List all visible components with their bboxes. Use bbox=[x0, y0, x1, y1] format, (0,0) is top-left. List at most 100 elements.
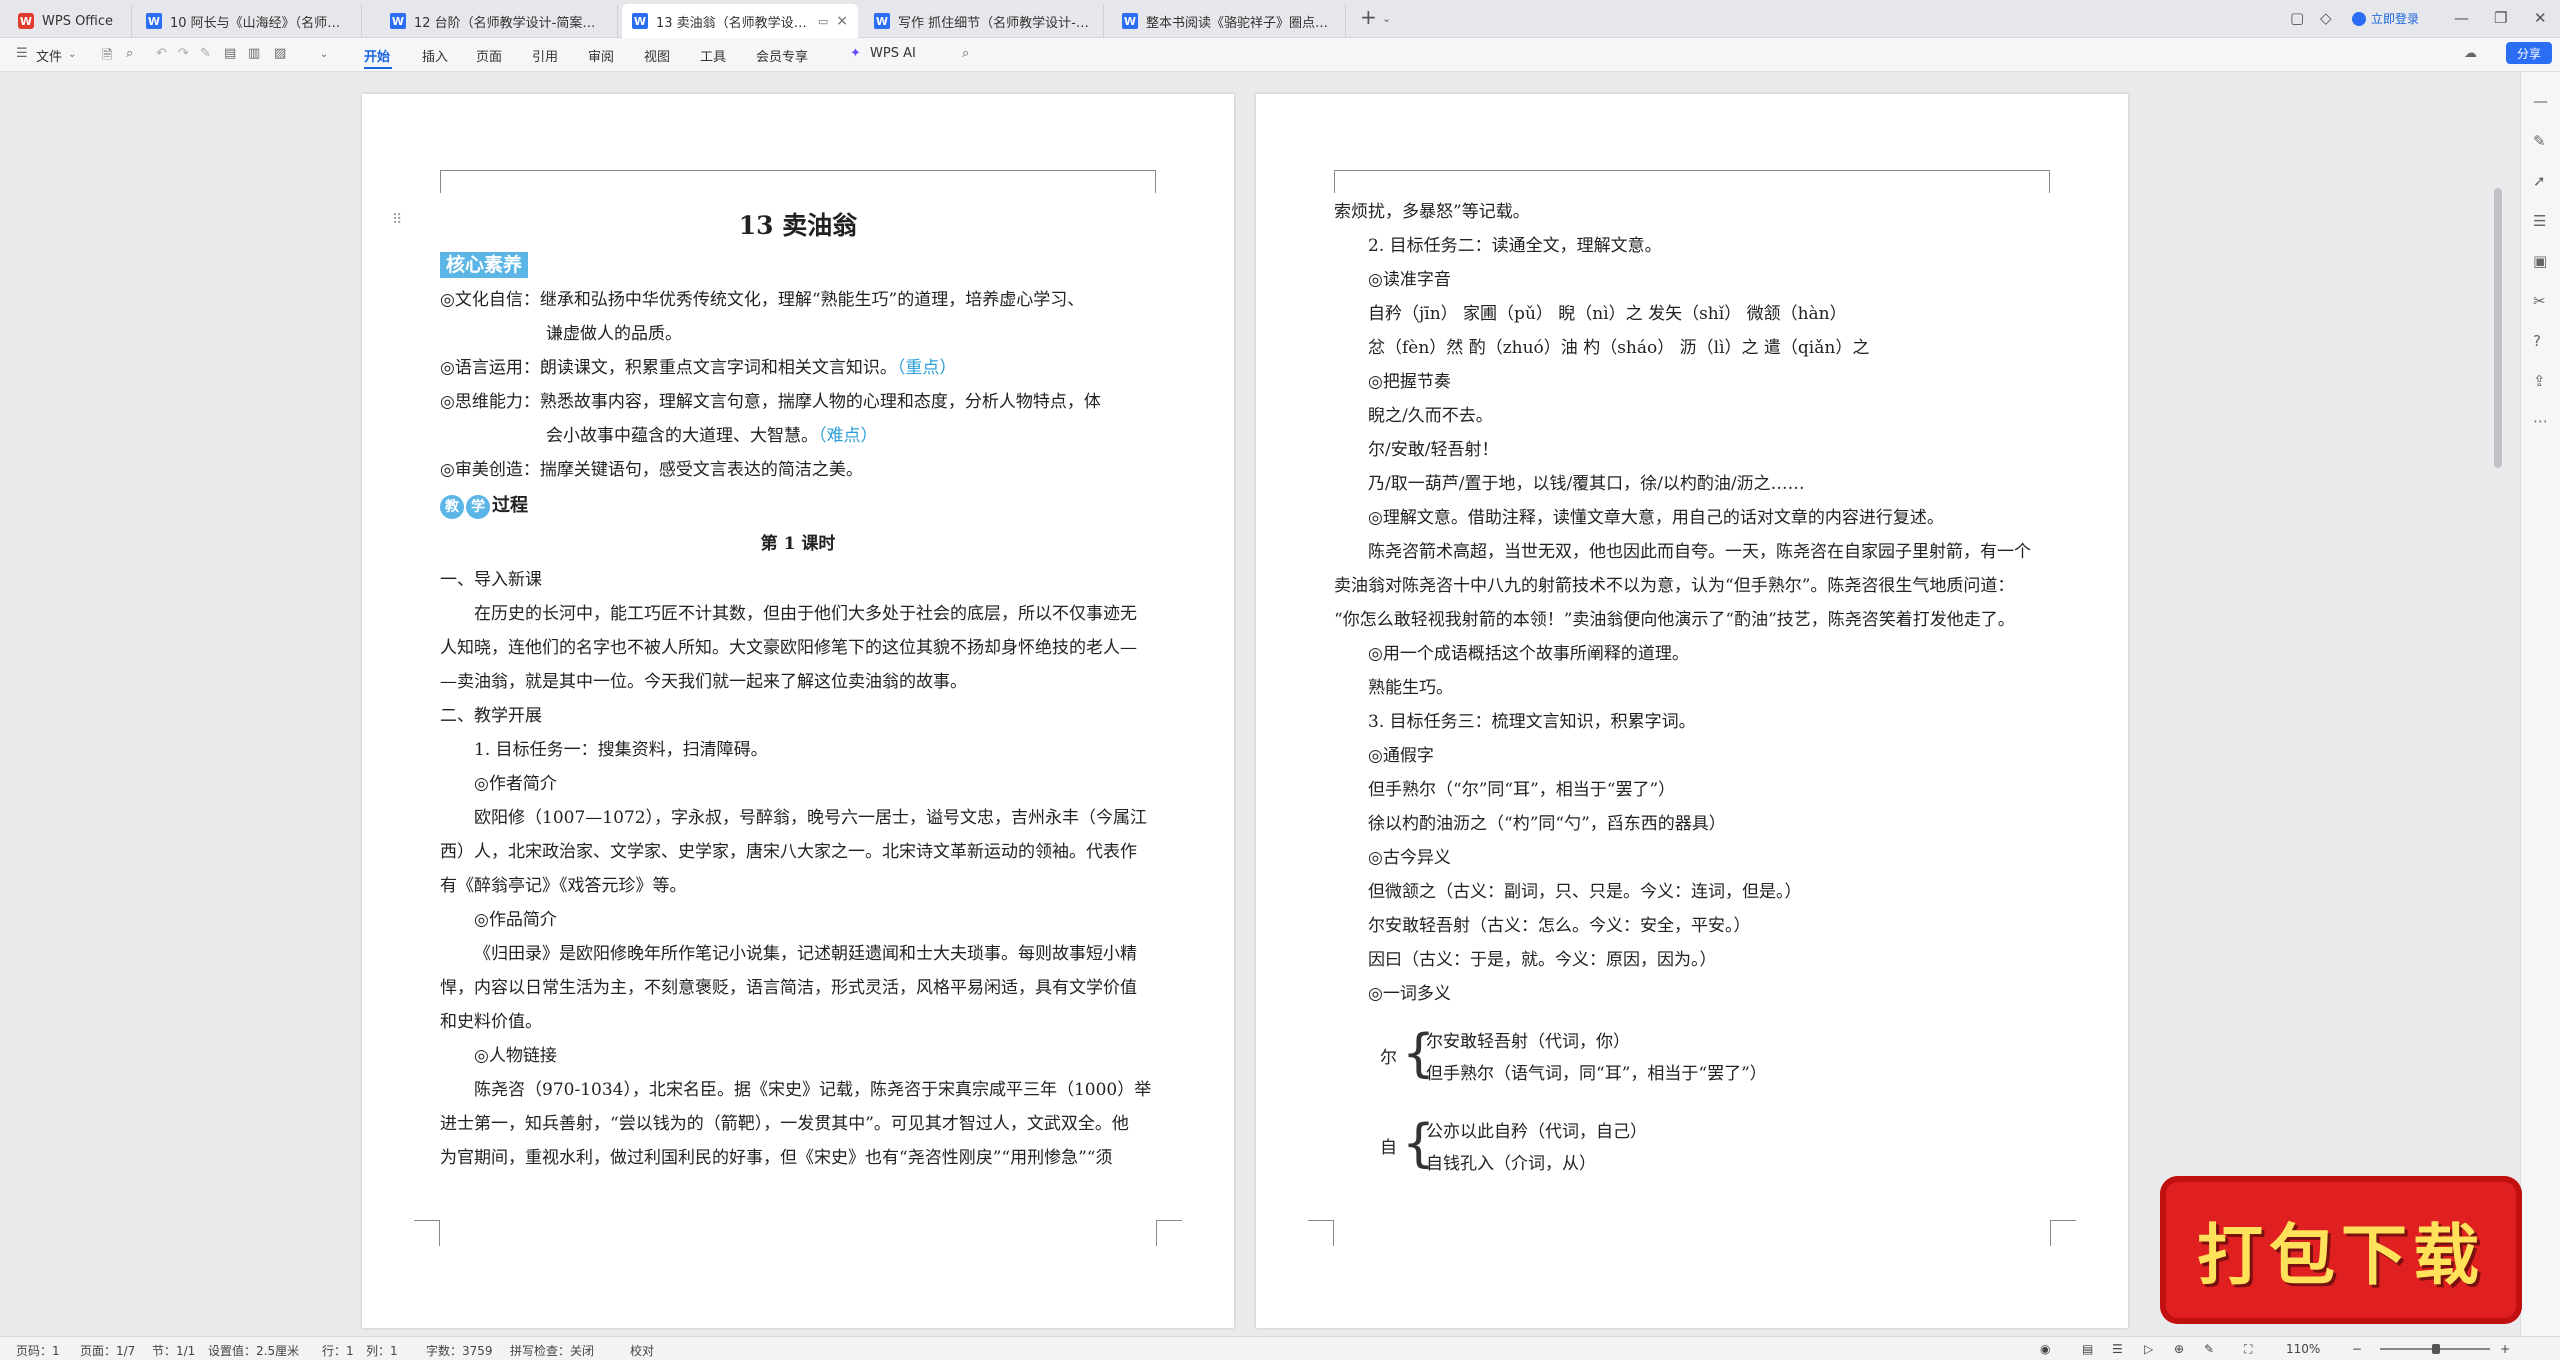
paragraph-line: 进士第一，知兵善射，“尝以钱为的（箭靶），一发贯其中”。可见其才智过人，文武双全… bbox=[440, 1114, 1129, 1134]
paragraph-line: “你怎么敢轻视我射箭的本领！”卖油翁便向他演示了“酌油”技艺，陈尧咨笑着打发他走… bbox=[1334, 610, 2015, 630]
paragraph-line: 欧阳修（1007—1072），字永叔，号醉翁，晚号六一居士，谥号文忠，吉州永丰（… bbox=[474, 808, 1148, 828]
chevron-down-icon[interactable]: ⌄ bbox=[320, 49, 328, 60]
chevron-down-icon[interactable]: ⌄ bbox=[1382, 12, 1391, 25]
header-margin-marker bbox=[440, 170, 1156, 193]
menu-file[interactable]: 文件 bbox=[36, 46, 62, 65]
menu-member[interactable]: 会员专享 bbox=[756, 46, 808, 65]
image-icon[interactable]: ▨ bbox=[274, 46, 286, 61]
brush-icon[interactable]: ✎ bbox=[200, 46, 211, 61]
status-section[interactable]: 节：1/1 bbox=[152, 1342, 195, 1359]
image-tool-icon[interactable]: ▣ bbox=[2533, 252, 2547, 270]
menu-page[interactable]: 页面 bbox=[476, 46, 502, 65]
tab-document[interactable]: W 10 阿长与《山海经》（名师教学设计 bbox=[136, 4, 362, 38]
status-word-count[interactable]: 字数：3759 bbox=[426, 1342, 493, 1359]
status-setting[interactable]: 设置值：2.5厘米 bbox=[208, 1342, 299, 1359]
close-icon[interactable]: × bbox=[836, 13, 848, 29]
footer-margin-marker bbox=[1156, 1220, 1182, 1246]
wps-ai-icon[interactable]: ✦ bbox=[850, 46, 861, 61]
save-icon[interactable]: 🗎 bbox=[102, 46, 112, 68]
footer-margin-marker bbox=[414, 1220, 440, 1246]
tab-document-active[interactable]: W 13 卖油翁（名师教学设计-简案 ▭ × bbox=[622, 4, 858, 38]
document-page[interactable]: ⠿ 13 卖油翁 核心素养 ◎文化自信：继承和弘扬中华优秀传统文化，理解“熟能生… bbox=[362, 94, 1234, 1328]
document-page[interactable]: 索烦扰，多暴怒”等记载。 2. 目标任务二：读通全文，理解文意。 ◎读准字音 自… bbox=[1256, 94, 2128, 1328]
paragraph-line: 尔安敢轻吾射（代词，你） bbox=[1426, 1032, 1630, 1052]
paragraph-line: 和史料价值。 bbox=[440, 1012, 542, 1032]
status-row[interactable]: 行：1 bbox=[322, 1342, 354, 1359]
avatar bbox=[2352, 11, 2366, 26]
export-pdf-icon[interactable]: ▥ bbox=[248, 46, 260, 61]
tab-document[interactable]: W 12 台阶（名师教学设计-简案）.docx bbox=[380, 4, 618, 38]
polysemy-word: 尔 bbox=[1380, 1048, 1397, 1068]
window-layout-icon[interactable]: ▢ bbox=[2290, 9, 2304, 27]
outline-view-icon[interactable]: ☰ bbox=[2112, 1342, 2123, 1356]
status-col[interactable]: 列：1 bbox=[366, 1342, 398, 1359]
polysemy-word: 自 bbox=[1380, 1138, 1397, 1158]
menu-wps-ai[interactable]: WPS AI bbox=[870, 46, 916, 61]
print-preview-icon[interactable]: ▤ bbox=[224, 46, 236, 61]
share-doc-icon[interactable]: ⇪ bbox=[2533, 372, 2546, 390]
menu-review[interactable]: 审阅 bbox=[588, 46, 614, 65]
vertical-scrollbar[interactable] bbox=[2494, 188, 2502, 468]
active-menu-indicator bbox=[364, 67, 392, 69]
paragraph-line: ◎读准字音 bbox=[1368, 270, 1451, 290]
help-icon[interactable]: ? bbox=[2533, 332, 2541, 350]
web-view-icon[interactable]: ⊕ bbox=[2174, 1342, 2184, 1356]
restore-icon[interactable]: ❐ bbox=[2494, 9, 2507, 27]
menu-reference[interactable]: 引用 bbox=[532, 46, 558, 65]
document-title: 13 卖油翁 bbox=[738, 211, 858, 240]
tab-label: 写作 抓住细节（名师教学设计-简案） bbox=[898, 15, 1093, 31]
tab-document[interactable]: W 写作 抓住细节（名师教学设计-简案） bbox=[864, 4, 1104, 38]
download-badge[interactable]: 打包下载 bbox=[2160, 1176, 2522, 1324]
paragraph-line: 卖油翁对陈尧咨十中八九的射箭技术不以为意，认为“但手熟尔”。陈尧咨很生气地质问道… bbox=[1334, 576, 2015, 596]
login-button[interactable]: 立即登录 bbox=[2352, 10, 2419, 27]
cube-icon[interactable]: ◇ bbox=[2320, 9, 2332, 27]
sliders-icon[interactable]: ☰ bbox=[2533, 212, 2546, 230]
find-icon[interactable]: ⌕ bbox=[126, 46, 133, 61]
undo-icon[interactable]: ↶ bbox=[156, 46, 167, 61]
zoom-slider-handle[interactable] bbox=[2432, 1344, 2440, 1354]
paragraph-line: 乃/取一葫芦/置于地，以钱/覆其口，徐/以杓酌油/沥之…… bbox=[1368, 474, 1805, 494]
menu-tools[interactable]: 工具 bbox=[700, 46, 726, 65]
monitor-icon[interactable]: ▭ bbox=[818, 15, 828, 28]
minimize-icon[interactable]: — bbox=[2454, 9, 2469, 27]
cursor-icon[interactable]: ➚ bbox=[2533, 172, 2546, 190]
cloud-icon[interactable]: ☁ bbox=[2464, 46, 2477, 61]
status-spell-check[interactable]: 拼写检查：关闭 bbox=[510, 1342, 594, 1359]
paragraph-line: ◎用一个成语概括这个故事所阐释的道理。 bbox=[1368, 644, 1689, 664]
new-tab-icon[interactable]: + bbox=[1360, 5, 1377, 29]
play-icon[interactable]: ▷ bbox=[2144, 1342, 2153, 1356]
status-proof[interactable]: 校对 bbox=[630, 1342, 654, 1359]
zoom-level[interactable]: 110% bbox=[2286, 1342, 2320, 1356]
paragraph-line: 谦虚做人的品质。 bbox=[546, 324, 682, 344]
menu-view[interactable]: 视图 bbox=[644, 46, 670, 65]
fit-icon[interactable]: ⛶ bbox=[2244, 1342, 2252, 1357]
more-icon[interactable]: ⋯ bbox=[2533, 412, 2548, 430]
hamburger-icon[interactable]: ☰ bbox=[16, 46, 28, 61]
tools-icon[interactable]: ✂ bbox=[2533, 292, 2546, 310]
redo-icon[interactable]: ↷ bbox=[178, 46, 189, 61]
status-page-count[interactable]: 页面：1/7 bbox=[80, 1342, 135, 1359]
paragraph-line: ◎把握节奏 bbox=[1368, 372, 1451, 392]
paragraph-line: ◎作品简介 bbox=[474, 910, 557, 930]
search-icon[interactable]: ⌕ bbox=[962, 46, 969, 61]
share-button[interactable]: 分享 bbox=[2506, 42, 2552, 64]
page-view-icon[interactable]: ▤ bbox=[2082, 1342, 2093, 1356]
tab-wps-home[interactable]: W WPS Office bbox=[8, 4, 132, 38]
pen-mode-icon[interactable]: ✎ bbox=[2204, 1342, 2214, 1356]
app-name: WPS Office bbox=[42, 13, 114, 29]
paragraph-line: 有《醉翁亭记》《戏答元珍》等。 bbox=[440, 876, 687, 896]
paragraph-line: 自矜（jīn） 家圃（pǔ） 睨（nì）之 发矢（shǐ） 微颔（hàn） bbox=[1368, 304, 1847, 324]
status-page-number[interactable]: 页码：1 bbox=[16, 1342, 60, 1359]
eye-icon[interactable]: ◉ bbox=[2040, 1342, 2050, 1356]
zoom-in-icon[interactable]: + bbox=[2500, 1342, 2510, 1356]
menu-home[interactable]: 开始 bbox=[364, 46, 390, 65]
zoom-out-icon[interactable]: − bbox=[2352, 1342, 2362, 1356]
collapse-icon[interactable]: — bbox=[2533, 92, 2548, 110]
chevron-down-icon[interactable]: ⌄ bbox=[68, 49, 76, 60]
paragraph-line: 西）人，北宋政治家、文学家、史学家，唐宋八大家之一。北宋诗文革新运动的领袖。代表… bbox=[440, 842, 1137, 862]
pen-icon[interactable]: ✎ bbox=[2533, 132, 2546, 150]
tab-document[interactable]: W 整本书阅读《骆驼祥子》圈点、批注 bbox=[1112, 4, 1346, 38]
close-window-icon[interactable]: ✕ bbox=[2534, 9, 2547, 27]
paragraph-line: ◎思维能力：熟悉故事内容，理解文言句意，揣摩人物的心理和态度，分析人物特点，体 bbox=[440, 392, 1101, 412]
menu-insert[interactable]: 插入 bbox=[422, 46, 448, 65]
